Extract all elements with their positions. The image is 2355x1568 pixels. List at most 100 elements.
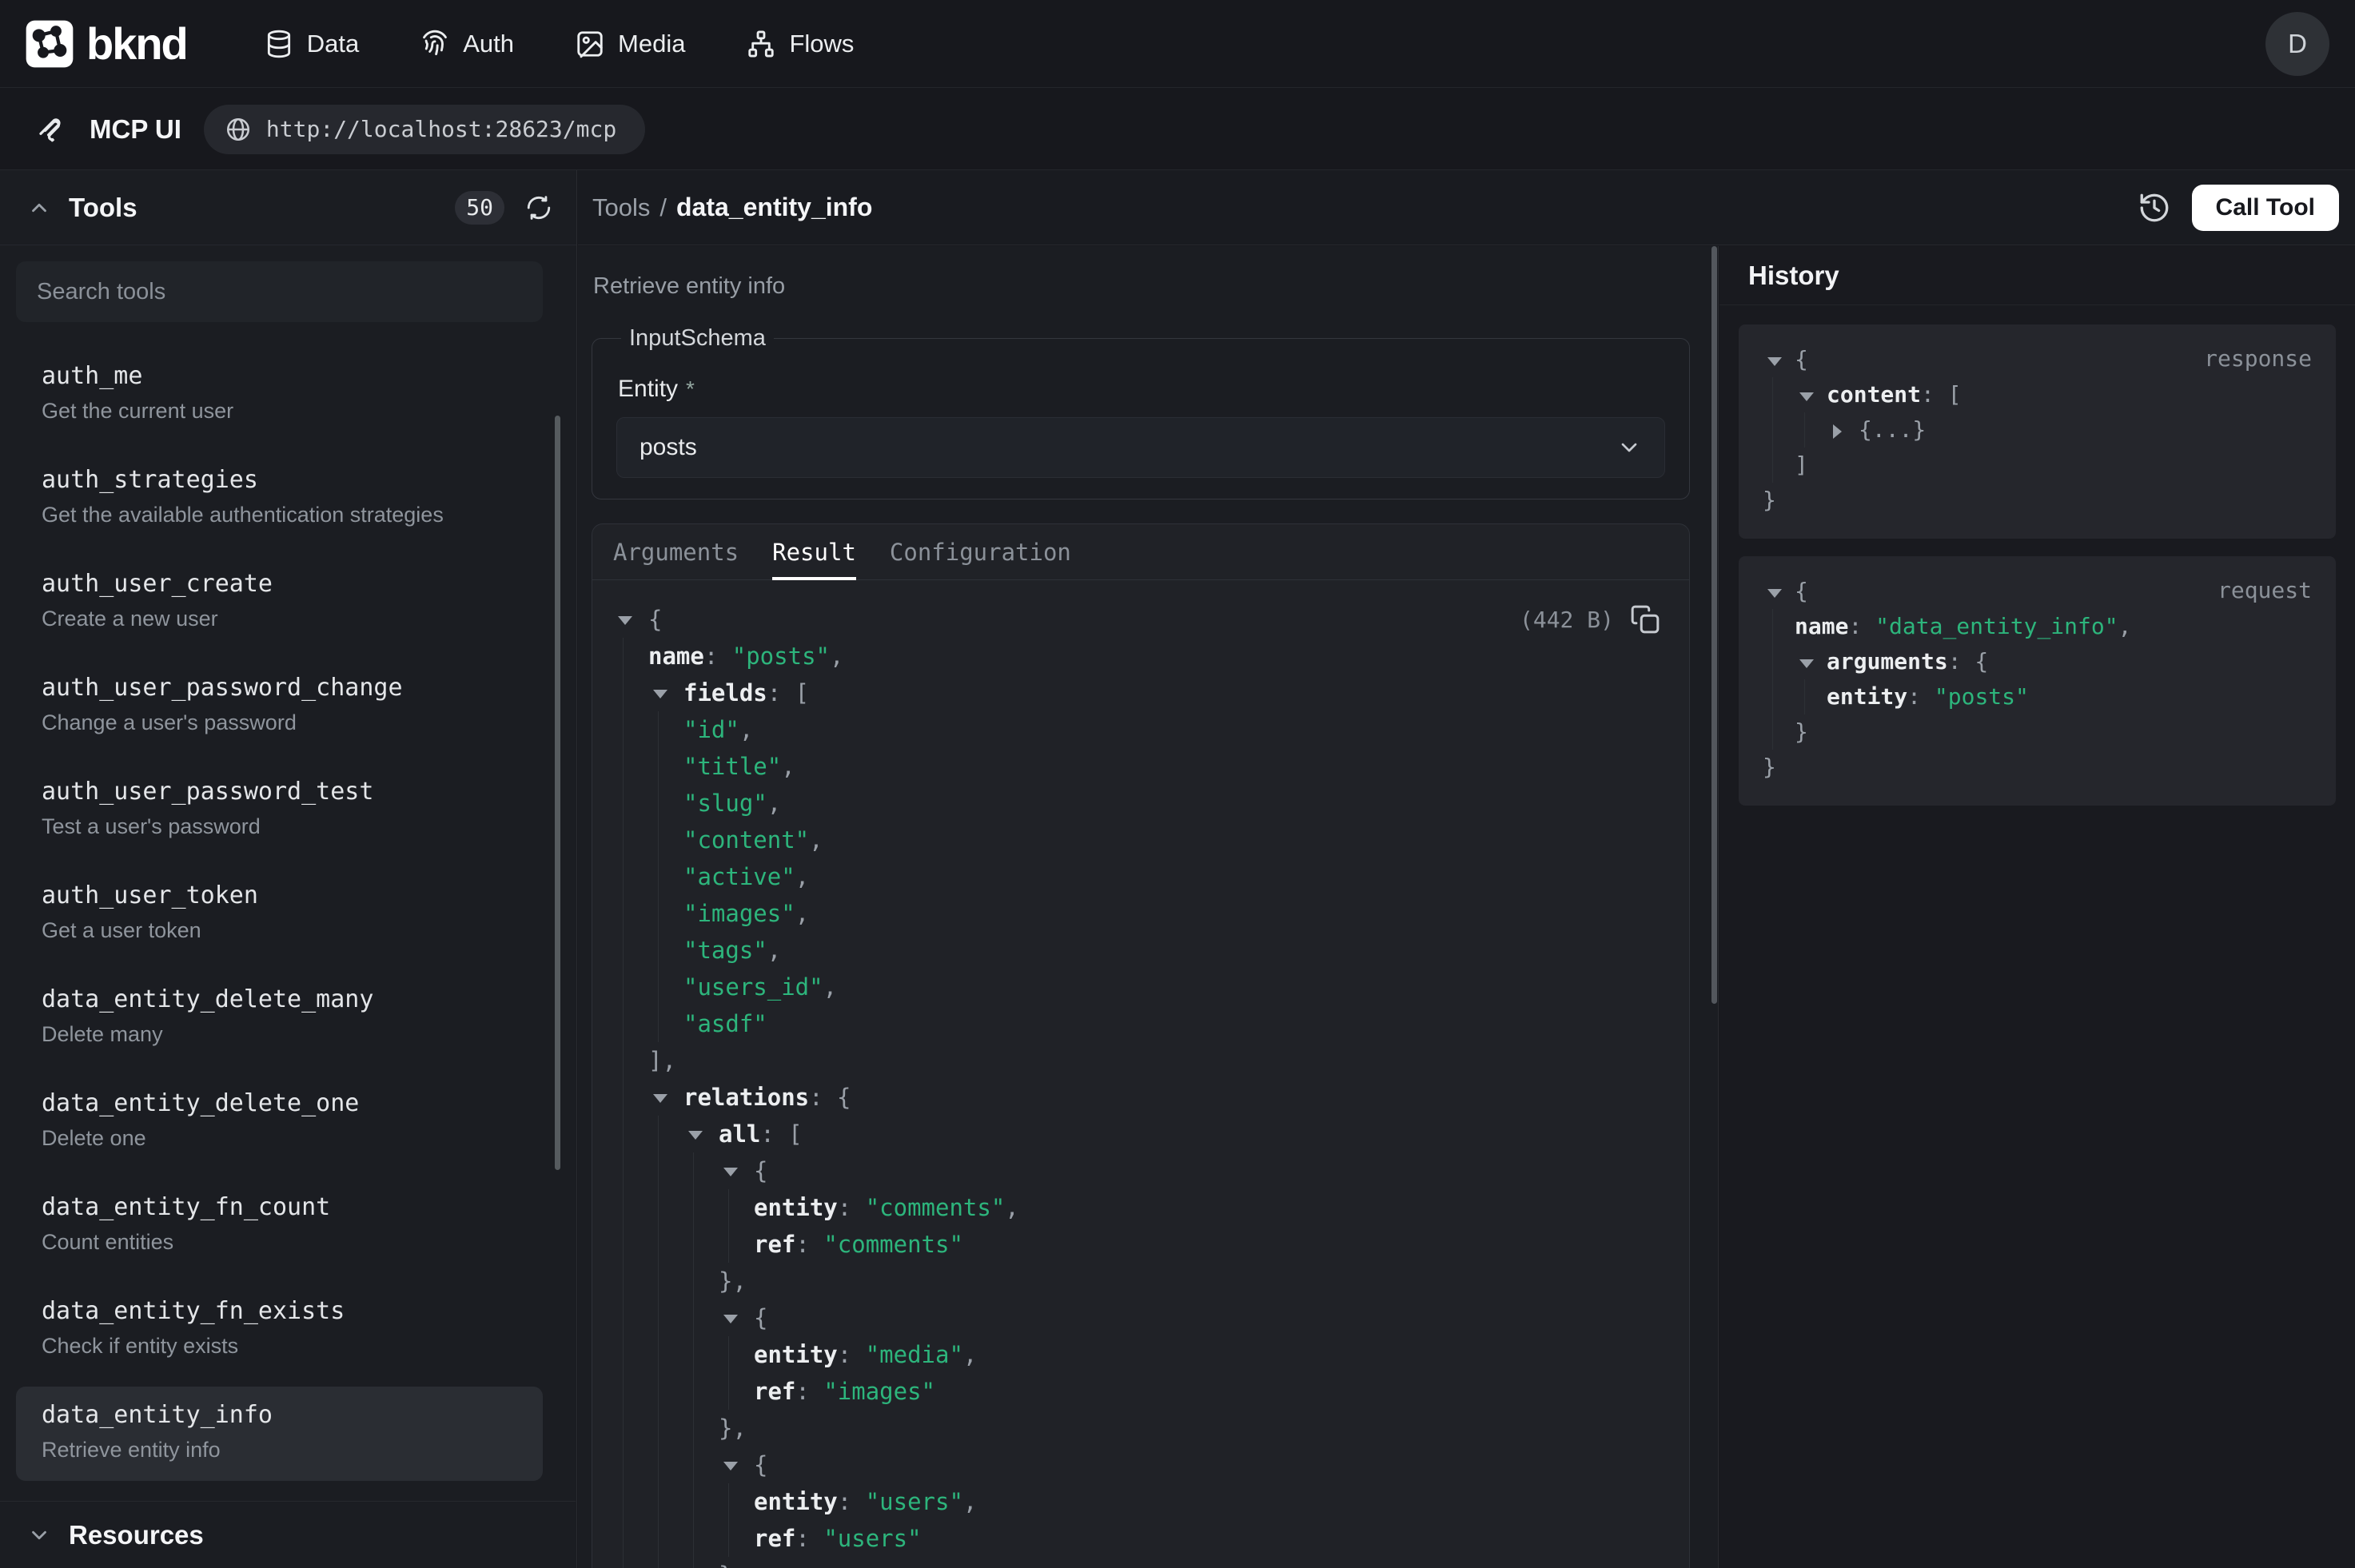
history-entry-type-label: request: [2218, 577, 2312, 603]
tool-desc: Get the available authentication strateg…: [42, 501, 543, 528]
json-line: entity: "posts": [1763, 679, 2313, 714]
resources-section-header[interactable]: Resources: [0, 1501, 576, 1568]
tool-io-panel: ArgumentsResultConfiguration (442 B) {na…: [592, 523, 1690, 1568]
history-entry-card-response[interactable]: response{content: [{...}]}: [1739, 324, 2336, 539]
main-header: Tools / data_entity_info Call Tool: [578, 170, 2355, 245]
mcp-url-chip[interactable]: http://localhost:28623/mcp: [204, 105, 645, 154]
tab-arguments[interactable]: Arguments: [613, 524, 739, 579]
search-input[interactable]: [16, 261, 543, 322]
indent-guide: [719, 1483, 754, 1520]
indent-guide: [683, 1520, 719, 1557]
mcp-icon: [35, 113, 69, 146]
json-punctuation: : {: [809, 1084, 851, 1111]
chevron-down-icon: [27, 1523, 51, 1547]
collapse-toggle-icon[interactable]: [1795, 644, 1827, 679]
main-scrollbar[interactable]: [1711, 246, 1717, 1004]
json-string: "comments": [866, 1194, 1006, 1221]
json-string: "slug": [683, 790, 767, 817]
json-line: {: [613, 1152, 1689, 1189]
nav-item-flows[interactable]: Flows: [746, 29, 854, 59]
sidebar-tool-item-auth_user_password_change[interactable]: auth_user_password_changeChange a user's…: [16, 659, 543, 754]
history-entry-card-request[interactable]: request{name: "data_entity_info",argumen…: [1739, 556, 2336, 806]
indent-guide: [719, 1336, 754, 1373]
collapse-toggle-icon[interactable]: [719, 1152, 754, 1189]
json-punctuation: }: [1795, 718, 1808, 745]
collapse-toggle-icon[interactable]: [648, 675, 683, 711]
copy-icon[interactable]: [1630, 604, 1660, 635]
sidebar-tool-item-auth_user_token[interactable]: auth_user_tokenGet a user token: [16, 867, 543, 961]
json-string: "data_entity_info": [1875, 613, 2118, 639]
sidebar-tool-item-data_entity_fn_count[interactable]: data_entity_fn_countCount entities: [16, 1179, 543, 1273]
tools-section-header[interactable]: Tools 50: [0, 170, 576, 245]
history-entry-type-label: response: [2204, 345, 2312, 372]
json-punctuation: :: [838, 1488, 866, 1515]
json-key: ref: [754, 1231, 795, 1258]
tab-result[interactable]: Result: [772, 524, 856, 579]
breadcrumb-section[interactable]: Tools: [592, 193, 650, 222]
json-punctuation: ,: [795, 863, 809, 890]
tools-section-title: Tools: [69, 193, 137, 223]
tool-name: auth_user_password_test: [42, 776, 543, 808]
brand-logo[interactable]: bknd: [24, 18, 187, 70]
refresh-icon[interactable]: [525, 194, 552, 221]
avatar[interactable]: D: [2265, 12, 2329, 76]
json-line: ref: "users": [613, 1520, 1689, 1557]
nav-item-media[interactable]: Media: [575, 29, 685, 59]
sidebar-tool-item-auth_strategies[interactable]: auth_strategiesGet the available authent…: [16, 452, 543, 546]
json-punctuation: ,: [963, 1341, 977, 1368]
json-line: name: "data_entity_info",: [1763, 609, 2313, 644]
json-line: },: [613, 1263, 1689, 1299]
json-punctuation: :: [795, 1378, 823, 1405]
sidebar-tool-item-data_entity_fn_exists[interactable]: data_entity_fn_existsCheck if entity exi…: [16, 1283, 543, 1377]
indent-guide: [683, 1557, 719, 1568]
entity-select[interactable]: posts: [616, 417, 1665, 478]
json-punctuation: {: [754, 1304, 767, 1331]
history-title: History: [1748, 261, 1839, 291]
json-punctuation: {: [754, 1451, 767, 1478]
tool-name: auth_user_create: [42, 568, 543, 600]
json-line: entity: "comments",: [613, 1189, 1689, 1226]
sidebar-tool-item-data_entity_delete_one[interactable]: data_entity_delete_oneDelete one: [16, 1075, 543, 1169]
call-tool-button[interactable]: Call Tool: [2192, 185, 2339, 231]
indent-guide: [648, 895, 683, 932]
sidebar-tool-item-auth_user_password_test[interactable]: auth_user_password_testTest a user's pas…: [16, 763, 543, 858]
indent-guide: [1763, 412, 1795, 448]
json-string: "posts": [732, 643, 830, 670]
indent-guide: [613, 675, 648, 711]
collapse-toggle-icon[interactable]: [683, 1116, 719, 1152]
json-line: }: [1763, 750, 2313, 785]
indent-guide: [613, 858, 648, 895]
sidebar-tool-item-data_entity_info[interactable]: data_entity_infoRetrieve entity info: [16, 1387, 543, 1481]
indent-guide: [648, 1263, 683, 1299]
json-punctuation: {: [648, 606, 662, 633]
collapse-toggle-icon[interactable]: [719, 1299, 754, 1336]
history-icon[interactable]: [2138, 191, 2171, 225]
sidebar-scrollbar[interactable]: [555, 416, 560, 1170]
json-key: name: [648, 643, 704, 670]
collapse-toggle-icon[interactable]: [648, 1079, 683, 1116]
json-punctuation: : [: [760, 1120, 802, 1148]
collapse-toggle-icon[interactable]: [1763, 342, 1795, 377]
json-punctuation: }: [1763, 754, 1776, 780]
input-schema-fieldset: InputSchema Entity* posts: [592, 325, 1690, 499]
sidebar-tool-item-data_entity_delete_many[interactable]: data_entity_delete_manyDelete many: [16, 971, 543, 1065]
sidebar-tool-item-auth_me[interactable]: auth_meGet the current user: [16, 348, 543, 442]
tab-configuration[interactable]: Configuration: [890, 524, 1071, 579]
bknd-logo-icon: [24, 18, 75, 70]
expand-toggle-icon[interactable]: [1827, 412, 1859, 448]
collapse-toggle-icon[interactable]: [1763, 574, 1795, 609]
nav-item-label: Auth: [463, 30, 514, 58]
tool-desc: Create a new user: [42, 605, 543, 632]
collapse-toggle-icon[interactable]: [719, 1447, 754, 1483]
nav-item-data[interactable]: Data: [264, 29, 359, 59]
json-string: "users": [866, 1488, 963, 1515]
indent-guide: [683, 1189, 719, 1226]
brand-name: bknd: [86, 18, 187, 70]
sidebar-tool-item-auth_user_create[interactable]: auth_user_create Create a new user: [16, 555, 543, 650]
collapse-toggle-icon[interactable]: [613, 601, 648, 638]
json-key: entity: [754, 1488, 838, 1515]
nav-item-auth[interactable]: Auth: [420, 29, 514, 59]
indent-guide: [648, 1447, 683, 1483]
json-key: all: [719, 1120, 760, 1148]
collapse-toggle-icon[interactable]: [1795, 377, 1827, 412]
